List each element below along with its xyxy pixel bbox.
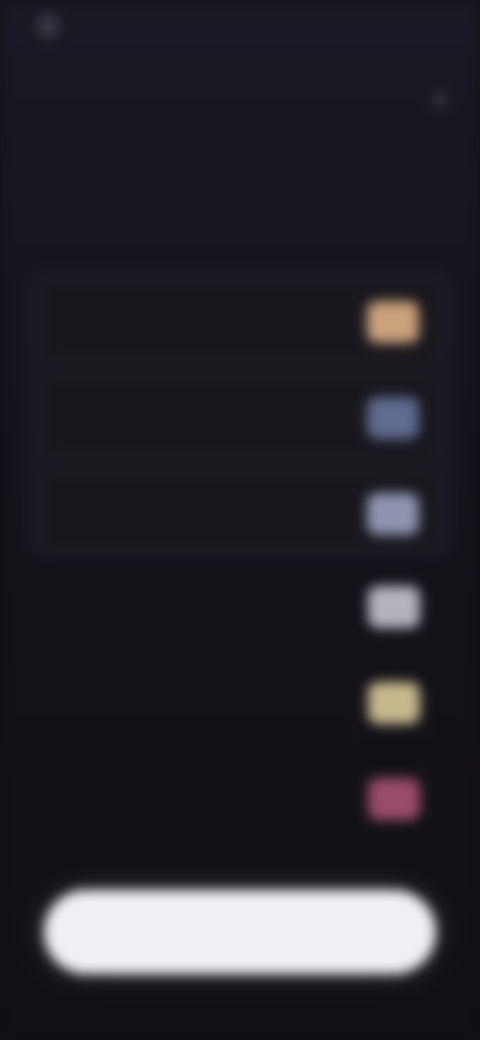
option-thumbnail-icon [367,493,419,535]
top-bar [0,0,480,60]
option-thumbnail-icon [367,397,419,439]
option-thumbnail-icon [368,682,420,724]
app-logo-icon [36,14,60,38]
continue-button[interactable] [44,890,436,974]
option-item[interactable] [42,664,438,742]
option-item[interactable] [42,378,438,456]
option-item[interactable] [42,282,438,360]
brand-name [68,17,138,33]
option-item[interactable] [42,474,438,552]
option-thumbnail-icon [368,778,420,820]
option-item[interactable] [42,760,438,838]
option-thumbnail-icon [367,301,419,343]
option-item[interactable] [42,568,438,646]
option-thumbnail-icon [368,586,420,628]
onboarding-screen: ✕ [0,0,480,1040]
close-icon[interactable]: ✕ [422,88,458,112]
